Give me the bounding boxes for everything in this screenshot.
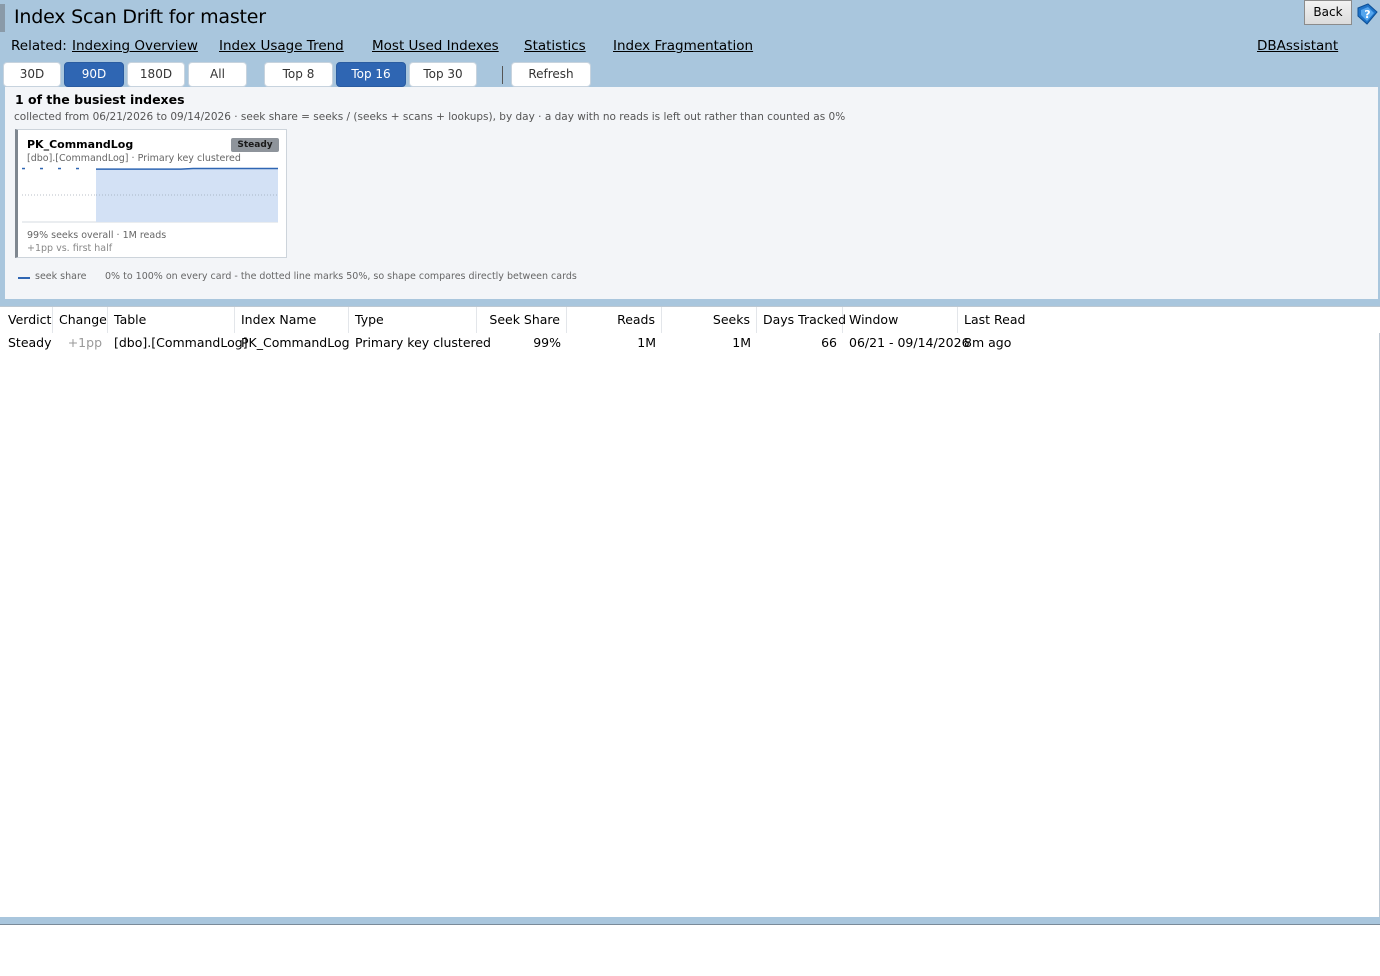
index-grid: Verdict Change Table Index Name Type See… — [0, 306, 1380, 917]
link-statistics[interactable]: Statistics — [524, 38, 586, 54]
cell-window: 06/21 - 09/14/2026 — [849, 335, 970, 350]
column-header-seek-share[interactable]: Seek Share — [477, 307, 567, 333]
card-stats: 99% seeks overall · 1M reads — [27, 230, 167, 241]
link-most-used-indexes[interactable]: Most Used Indexes — [372, 38, 499, 54]
toolbar: 30D 90D 180D All Top 8 Top 16 Top 30 Ref… — [0, 62, 1380, 87]
legend-label: seek share — [35, 271, 87, 282]
cell-index-name: PK_CommandLog — [241, 335, 350, 350]
app-window: Index Scan Drift for master Back ? Relat… — [0, 0, 1380, 925]
card-index-name: PK_CommandLog — [27, 138, 134, 151]
card-meta: [dbo].[CommandLog] · Primary key cluster… — [27, 153, 241, 164]
title-bar: Index Scan Drift for master Back ? — [0, 0, 1380, 36]
index-card[interactable]: PK_CommandLog Steady [dbo].[CommandLog] … — [15, 129, 287, 258]
card-delta: +1pp vs. first half — [27, 243, 113, 254]
page-title: Index Scan Drift for master — [14, 6, 266, 28]
cell-type: Primary key clustered — [355, 335, 491, 350]
link-index-fragmentation[interactable]: Index Fragmentation — [613, 38, 753, 54]
cell-verdict: Steady — [8, 335, 52, 350]
summary-panel: 1 of the busiest indexes collected from … — [5, 87, 1378, 299]
period-all-button[interactable]: All — [188, 62, 247, 87]
toolbar-separator — [502, 66, 503, 84]
column-header-last-read[interactable]: Last Read — [958, 307, 1378, 333]
cell-last-read: 8m ago — [964, 335, 1012, 350]
column-header-table[interactable]: Table — [108, 307, 235, 333]
status-badge: Steady — [231, 138, 279, 152]
cell-reads: 1M — [637, 335, 656, 350]
sparkline-line — [96, 167, 278, 170]
column-header-days-tracked[interactable]: Days Tracked — [757, 307, 846, 333]
refresh-button[interactable]: Refresh — [511, 62, 591, 87]
summary-subtitle: collected from 06/21/2026 to 09/14/2026 … — [14, 111, 846, 123]
link-index-usage-trend[interactable]: Index Usage Trend — [219, 38, 344, 54]
summary-heading: 1 of the busiest indexes — [15, 92, 185, 107]
column-header-index-name[interactable]: Index Name — [235, 307, 349, 333]
link-indexing-overview[interactable]: Indexing Overview — [72, 38, 198, 54]
table-row[interactable]: Steady +1pp [dbo].[CommandLog] PK_Comman… — [0, 333, 1380, 353]
grid-header: Verdict Change Table Index Name Type See… — [0, 307, 1380, 333]
cell-change: +1pp — [67, 335, 102, 350]
column-header-reads[interactable]: Reads — [567, 307, 662, 333]
column-header-verdict[interactable]: Verdict — [2, 307, 53, 333]
cell-seeks: 1M — [732, 335, 751, 350]
link-dbassistant[interactable]: DBAssistant — [1257, 38, 1338, 54]
column-header-seeks[interactable]: Seeks — [662, 307, 757, 333]
top-8-button[interactable]: Top 8 — [264, 62, 333, 87]
cell-table: [dbo].[CommandLog] — [114, 335, 248, 350]
top-30-button[interactable]: Top 30 — [409, 62, 477, 87]
back-button[interactable]: Back — [1304, 0, 1352, 25]
period-90d-button[interactable]: 90D — [64, 62, 124, 87]
legend-note: 0% to 100% on every card - the dotted li… — [105, 271, 577, 282]
cell-days-tracked: 66 — [821, 335, 837, 350]
related-label: Related: — [11, 38, 67, 54]
legend-swatch — [18, 277, 30, 279]
column-header-window[interactable]: Window — [843, 307, 958, 333]
column-header-change[interactable]: Change — [53, 307, 108, 333]
title-accent — [0, 4, 5, 32]
period-30d-button[interactable]: 30D — [3, 62, 61, 87]
cell-seek-share: 99% — [533, 335, 561, 350]
period-180d-button[interactable]: 180D — [127, 62, 185, 87]
top-16-button[interactable]: Top 16 — [336, 62, 406, 87]
help-icon[interactable]: ? — [1355, 2, 1379, 26]
seek-share-sparkline — [22, 167, 278, 223]
svg-text:?: ? — [1364, 8, 1370, 21]
column-header-type[interactable]: Type — [349, 307, 477, 333]
